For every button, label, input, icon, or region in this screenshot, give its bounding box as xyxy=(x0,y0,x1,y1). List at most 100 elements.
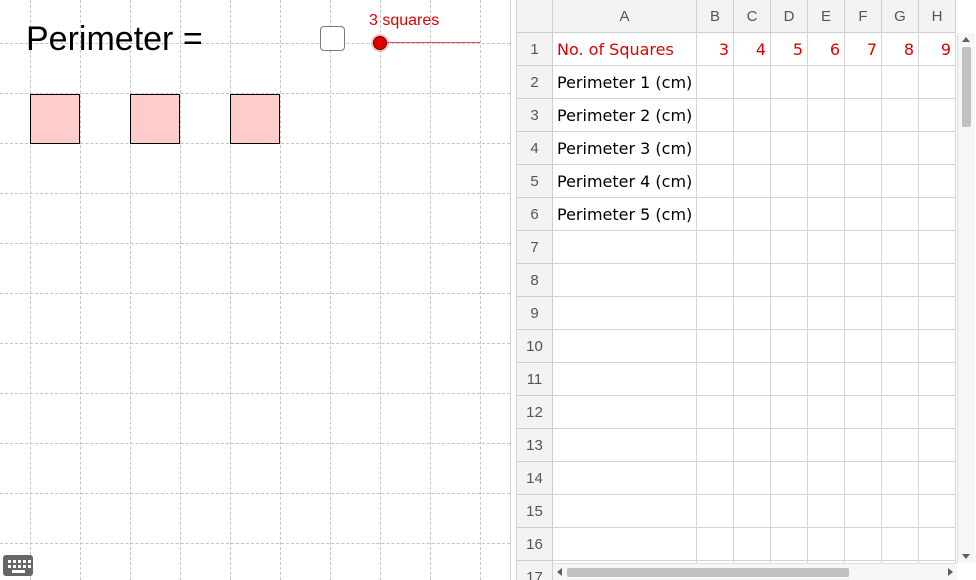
cell-f5[interactable] xyxy=(845,165,882,198)
cell-e11[interactable] xyxy=(808,363,845,396)
cell-g14[interactable] xyxy=(882,462,919,495)
column-header-f[interactable]: F xyxy=(845,0,882,33)
cell-c14[interactable] xyxy=(734,462,771,495)
vertical-scrollbar[interactable] xyxy=(957,33,975,563)
cell-h14[interactable] xyxy=(919,462,956,495)
cell-b14[interactable] xyxy=(697,462,734,495)
cell-f11[interactable] xyxy=(845,363,882,396)
cell-g16[interactable] xyxy=(882,528,919,561)
cell-e7[interactable] xyxy=(808,231,845,264)
cell-b11[interactable] xyxy=(697,363,734,396)
row-header-8[interactable]: 8 xyxy=(517,264,553,297)
cell-f3[interactable] xyxy=(845,99,882,132)
cell-b13[interactable] xyxy=(697,429,734,462)
row-header-13[interactable]: 13 xyxy=(517,429,553,462)
cell-h9[interactable] xyxy=(919,297,956,330)
cell-h4[interactable] xyxy=(919,132,956,165)
cell-e12[interactable] xyxy=(808,396,845,429)
cell-d1[interactable]: 5 xyxy=(771,33,808,66)
cell-g9[interactable] xyxy=(882,297,919,330)
view-divider[interactable] xyxy=(510,0,517,580)
cell-g12[interactable] xyxy=(882,396,919,429)
cell-g5[interactable] xyxy=(882,165,919,198)
column-header-d[interactable]: D xyxy=(771,0,808,33)
cell-f6[interactable] xyxy=(845,198,882,231)
vertical-scroll-thumb[interactable] xyxy=(962,47,971,127)
cell-e1[interactable]: 6 xyxy=(808,33,845,66)
cell-b12[interactable] xyxy=(697,396,734,429)
cell-g8[interactable] xyxy=(882,264,919,297)
cell-b8[interactable] xyxy=(697,264,734,297)
cell-f2[interactable] xyxy=(845,66,882,99)
cell-e13[interactable] xyxy=(808,429,845,462)
row-header-11[interactable]: 11 xyxy=(517,363,553,396)
cell-g10[interactable] xyxy=(882,330,919,363)
cell-b15[interactable] xyxy=(697,495,734,528)
cell-f14[interactable] xyxy=(845,462,882,495)
cell-h13[interactable] xyxy=(919,429,956,462)
row-header-10[interactable]: 10 xyxy=(517,330,553,363)
cell-b3[interactable] xyxy=(697,99,734,132)
row-header-1[interactable]: 1 xyxy=(517,33,553,66)
cell-d14[interactable] xyxy=(771,462,808,495)
cell-d7[interactable] xyxy=(771,231,808,264)
cell-c1[interactable]: 4 xyxy=(734,33,771,66)
row-header-14[interactable]: 14 xyxy=(517,462,553,495)
cell-d12[interactable] xyxy=(771,396,808,429)
keyboard-icon[interactable] xyxy=(3,555,33,576)
cell-e4[interactable] xyxy=(808,132,845,165)
cell-g15[interactable] xyxy=(882,495,919,528)
column-header-e[interactable]: E xyxy=(808,0,845,33)
cell-a8[interactable] xyxy=(553,264,697,297)
row-header-7[interactable]: 7 xyxy=(517,231,553,264)
cell-h16[interactable] xyxy=(919,528,956,561)
row-header-16[interactable]: 16 xyxy=(517,528,553,561)
cell-a9[interactable] xyxy=(553,297,697,330)
cell-f4[interactable] xyxy=(845,132,882,165)
cell-d4[interactable] xyxy=(771,132,808,165)
cell-f10[interactable] xyxy=(845,330,882,363)
column-header-a[interactable]: A xyxy=(553,0,697,33)
cell-a13[interactable] xyxy=(553,429,697,462)
scroll-up-icon[interactable] xyxy=(962,37,970,42)
cell-g7[interactable] xyxy=(882,231,919,264)
cell-a4[interactable]: Perimeter 3 (cm) xyxy=(553,132,697,165)
row-header-15[interactable]: 15 xyxy=(517,495,553,528)
cell-g11[interactable] xyxy=(882,363,919,396)
cell-c6[interactable] xyxy=(734,198,771,231)
cell-c11[interactable] xyxy=(734,363,771,396)
cell-b10[interactable] xyxy=(697,330,734,363)
cell-e3[interactable] xyxy=(808,99,845,132)
cell-d9[interactable] xyxy=(771,297,808,330)
cell-h6[interactable] xyxy=(919,198,956,231)
cell-f15[interactable] xyxy=(845,495,882,528)
cell-c9[interactable] xyxy=(734,297,771,330)
cell-h10[interactable] xyxy=(919,330,956,363)
show-perimeter-checkbox[interactable] xyxy=(320,26,345,51)
cell-d2[interactable] xyxy=(771,66,808,99)
cell-e16[interactable] xyxy=(808,528,845,561)
row-header-2[interactable]: 2 xyxy=(517,66,553,99)
column-header-h[interactable]: H xyxy=(919,0,956,33)
scroll-left-icon[interactable] xyxy=(557,568,562,576)
cell-e6[interactable] xyxy=(808,198,845,231)
cell-h5[interactable] xyxy=(919,165,956,198)
cell-d8[interactable] xyxy=(771,264,808,297)
cell-f9[interactable] xyxy=(845,297,882,330)
squares-slider-track[interactable] xyxy=(380,42,480,43)
cell-g3[interactable] xyxy=(882,99,919,132)
cell-b2[interactable] xyxy=(697,66,734,99)
cell-e10[interactable] xyxy=(808,330,845,363)
cell-a1[interactable]: No. of Squares xyxy=(553,33,697,66)
cell-d15[interactable] xyxy=(771,495,808,528)
spreadsheet-view[interactable]: A B C D E F G H 1 No. of Squares 3 4 5 6 7 8 9 2 Perimeter… xyxy=(517,0,976,580)
cell-f8[interactable] xyxy=(845,264,882,297)
cell-g2[interactable] xyxy=(882,66,919,99)
cell-a5[interactable]: Perimeter 4 (cm) xyxy=(553,165,697,198)
cell-d6[interactable] xyxy=(771,198,808,231)
cell-h7[interactable] xyxy=(919,231,956,264)
column-header-g[interactable]: G xyxy=(882,0,919,33)
cell-d13[interactable] xyxy=(771,429,808,462)
cell-b16[interactable] xyxy=(697,528,734,561)
cell-c12[interactable] xyxy=(734,396,771,429)
